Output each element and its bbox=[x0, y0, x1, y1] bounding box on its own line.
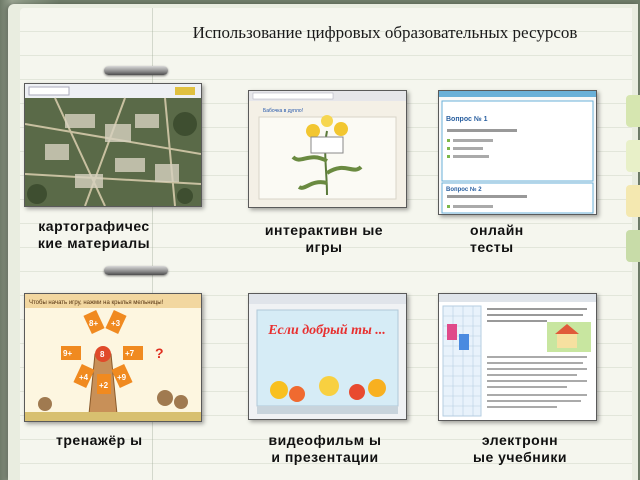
windmill-op-4: +7 bbox=[125, 349, 135, 358]
video-title: Если добрый ты ... bbox=[267, 323, 386, 338]
thumb-maps[interactable] bbox=[24, 83, 202, 207]
caption-games: интерактивн ые игры bbox=[264, 222, 384, 255]
windmill-op-5: +4 bbox=[79, 373, 89, 382]
binder-ring-2 bbox=[104, 266, 168, 275]
windmill-op-1: 8+ bbox=[89, 319, 98, 328]
notebook-tab-3 bbox=[626, 185, 640, 217]
binder-ring-1 bbox=[104, 66, 168, 75]
map-icon bbox=[25, 84, 201, 206]
trainer-heading: Чтобы начать игру, нажми на крылья мельн… bbox=[29, 300, 164, 306]
notebook-tab-4 bbox=[626, 230, 640, 262]
thumb-tests[interactable]: Вопрос № 1 Вопрос № 2 bbox=[438, 90, 597, 215]
caption-trainers: тренажёр ы bbox=[56, 432, 143, 448]
caption-textbooks: электронн ые учебники bbox=[473, 432, 567, 465]
caption-maps: картографичес кие материалы bbox=[37, 218, 151, 251]
notebook-tab-1 bbox=[626, 95, 640, 127]
test-question-1: Вопрос № 1 bbox=[446, 115, 488, 123]
notebook-tab-2 bbox=[626, 140, 640, 172]
caption-tests: онлайн тесты bbox=[470, 222, 524, 255]
windmill-op-3: 9+ bbox=[63, 349, 72, 358]
game-icon: Бабочка в дупло! bbox=[249, 91, 406, 207]
thumb-games[interactable]: Бабочка в дупло! bbox=[248, 90, 407, 208]
book-icon bbox=[439, 294, 596, 420]
slide-title: Использование цифровых образовательных р… bbox=[192, 23, 578, 42]
test-question-2: Вопрос № 2 bbox=[446, 186, 482, 193]
trainer-question: ? bbox=[155, 345, 164, 361]
test-icon: Вопрос № 1 Вопрос № 2 bbox=[439, 91, 596, 214]
windmill-op-6: +9 bbox=[117, 373, 127, 382]
windmill-icon: Чтобы начать игру, нажми на крылья мельн… bbox=[25, 294, 201, 421]
caption-videos: видеофильм ы и презентации bbox=[268, 432, 382, 465]
windmill-op-2: +3 bbox=[111, 319, 121, 328]
windmill-op-7: +2 bbox=[99, 381, 109, 390]
thumb-trainers[interactable]: Чтобы начать игру, нажми на крылья мельн… bbox=[24, 293, 202, 422]
thumb-textbooks[interactable] bbox=[438, 293, 597, 421]
video-icon: Если добрый ты ... bbox=[249, 294, 406, 419]
windmill-center-value: 8 bbox=[100, 350, 105, 359]
game-heading: Бабочка в дупло! bbox=[263, 108, 303, 114]
thumb-videos[interactable]: Если добрый ты ... bbox=[248, 293, 407, 420]
